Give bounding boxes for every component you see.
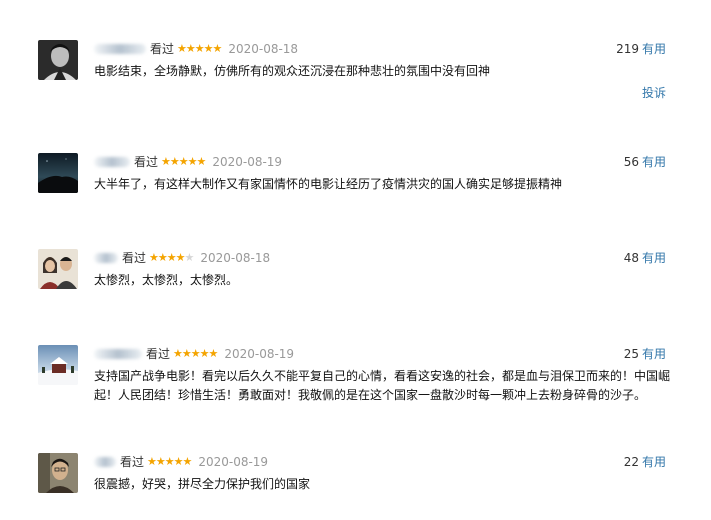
avatar-image [38,453,78,493]
report-link[interactable]: 投诉 [642,84,666,101]
comment-text: 很震撼，好哭，拼尽全力保护我们的国家 [94,477,311,491]
watched-label: 看过 [122,251,147,265]
comment-date: 2020-08-19 [198,455,269,469]
avatar[interactable] [38,453,78,493]
useful-button[interactable]: 有用 [642,347,666,361]
useful-vote: 56 有用 [624,153,666,171]
useful-button[interactable]: 有用 [642,455,666,469]
avatar[interactable] [38,153,78,193]
comment-text: 支持国产战争电影！看完以后久久不能平复自己的心情，看看这安逸的社会，都是血与泪保… [94,369,671,402]
useful-vote: 219 有用 [616,40,666,58]
watched-label: 看过 [120,455,145,469]
comment-text: 太惨烈，太惨烈，太惨烈。 [94,273,239,287]
useful-button[interactable]: 有用 [642,155,666,169]
comment-date: 2020-08-18 [200,251,271,265]
watched-label: 看过 [146,347,171,361]
comment-meta: 看过 ★★★★★ 2020-08-19 [94,345,294,363]
vote-count: 56 [623,155,639,169]
stars-filled: ★★★★★ [147,455,192,468]
comment-text: 大半年了，有这样大制作又有家国情怀的电影让经历了疫情洪灾的国人确实足够提振精神 [94,177,563,191]
avatar[interactable] [38,345,78,385]
rating-stars: ★★★★★ [173,345,218,363]
username-blurred[interactable] [94,44,146,54]
vote-count: 22 [623,455,639,469]
username-blurred[interactable] [94,349,142,359]
vote-count: 219 [616,42,639,56]
comment-meta: 看过 ★★★★★ 2020-08-18 [94,40,298,58]
avatar-image [38,153,78,193]
comment-date: 2020-08-18 [228,42,299,56]
vote-count: 25 [623,347,639,361]
comment-date: 2020-08-19 [212,155,283,169]
avatar-image [38,249,78,289]
stars-filled: ★★★★ [149,251,185,264]
stars-filled: ★★★★★ [173,347,218,360]
stars-filled: ★★★★★ [161,155,206,168]
avatar-image [38,40,78,80]
avatar-image [38,345,78,385]
rating-stars: ★★★★★ [147,453,192,471]
useful-button[interactable]: 有用 [642,42,666,56]
stars-filled: ★★★★★ [177,42,222,55]
avatar[interactable] [38,249,78,289]
rating-stars: ★★★★★ [161,153,206,171]
vote-count: 48 [623,251,639,265]
watched-label: 看过 [150,42,175,56]
username-blurred[interactable] [94,157,130,167]
rating-stars: ★★★★★ [177,40,222,58]
comment-meta: 看过 ★★★★★ 2020-08-19 [94,153,282,171]
useful-vote: 22 有用 [624,453,666,471]
comment-meta: 看过 ★★★★★ 2020-08-19 [94,453,268,471]
avatar[interactable] [38,40,78,80]
rating-stars: ★★★★★ [149,249,194,267]
username-blurred[interactable] [94,457,116,467]
stars-empty: ★ [184,251,194,264]
useful-button[interactable]: 有用 [642,251,666,265]
useful-vote: 25 有用 [624,345,666,363]
useful-vote: 48 有用 [624,249,666,267]
comment-date: 2020-08-19 [224,347,295,361]
comment-meta: 看过 ★★★★★ 2020-08-18 [94,249,270,267]
watched-label: 看过 [134,155,159,169]
username-blurred[interactable] [94,253,118,263]
comment-text: 电影结束，全场静默，仿佛所有的观众还沉浸在那种悲壮的氛围中没有回神 [94,64,491,78]
